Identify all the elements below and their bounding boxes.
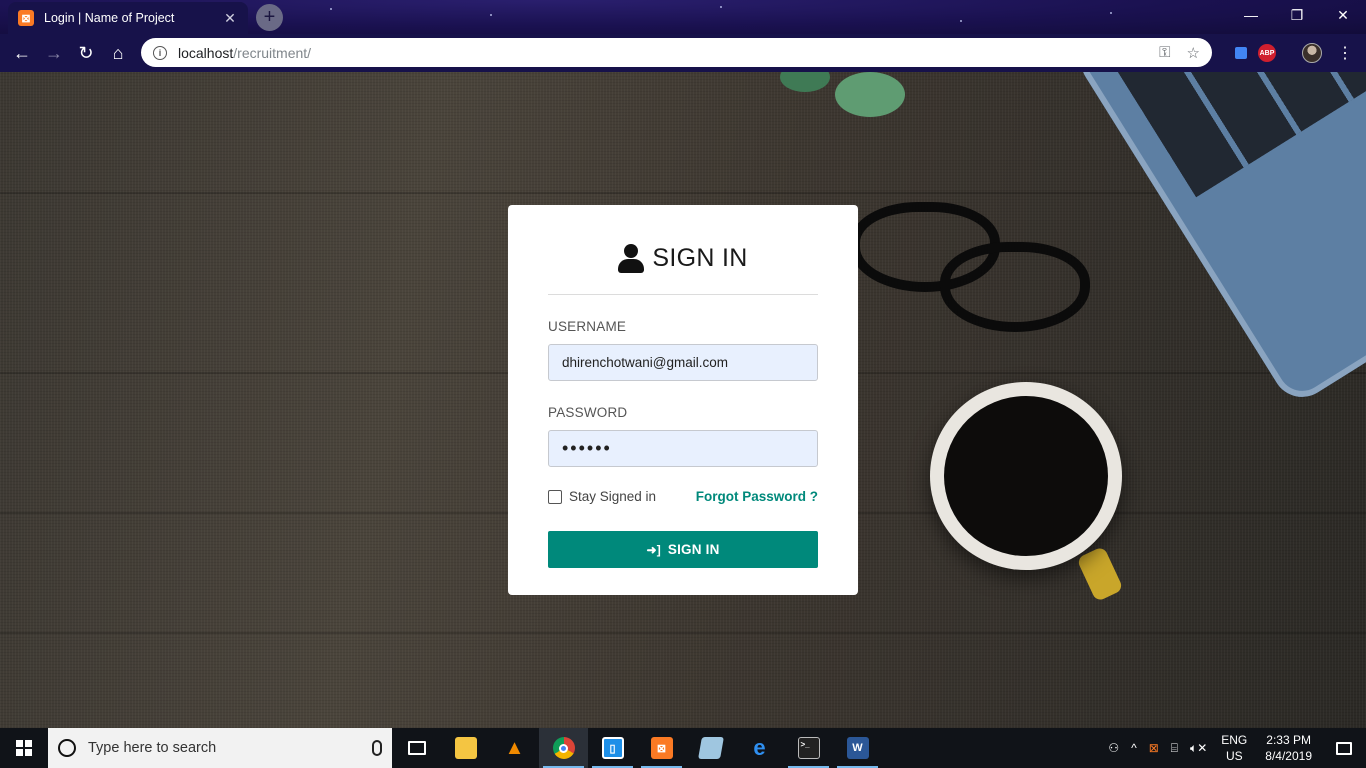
- show-hidden-icons-chevron-icon[interactable]: ^: [1125, 741, 1143, 755]
- word-icon: W: [846, 737, 869, 759]
- star-decoration: [490, 14, 492, 16]
- word-button[interactable]: W: [833, 728, 882, 768]
- stay-signed-in-checkbox[interactable]: Stay Signed in: [548, 489, 656, 504]
- region-code: US: [1225, 749, 1243, 763]
- cortana-icon: [58, 739, 76, 757]
- star-decoration: [1110, 12, 1112, 14]
- microphone-icon[interactable]: [372, 740, 382, 756]
- star-decoration: [330, 8, 332, 10]
- system-tray: ⚇ ^ ⊠ ⌸ 🔈︎✕ ENG US 2:33 PM 8/4/2019: [1102, 728, 1366, 768]
- abp-label: ABP: [1258, 44, 1276, 62]
- task-view-icon: [407, 741, 426, 755]
- task-view-button[interactable]: [392, 728, 441, 768]
- star-decoration: [960, 20, 962, 22]
- cup-handle-image: [1076, 545, 1124, 603]
- clock-date: 8/4/2019: [1265, 749, 1312, 763]
- back-button[interactable]: ←: [9, 40, 35, 66]
- minimize-button[interactable]: —: [1228, 0, 1274, 30]
- language-indicator[interactable]: ENG US: [1213, 732, 1255, 764]
- checkbox-icon[interactable]: [548, 489, 562, 504]
- password-label: PASSWORD: [548, 405, 628, 420]
- key-icon[interactable]: ⚿: [1159, 44, 1170, 62]
- edge-button[interactable]: e: [735, 728, 784, 768]
- password-field[interactable]: [548, 430, 818, 467]
- browser-toolbar: ← → ↻ ⌂ i localhost/recruitment/ ⚿ ☆ ABP…: [0, 34, 1366, 72]
- bookmark-star-icon[interactable]: ☆: [1187, 44, 1200, 62]
- browser-titlebar: ⊠ Login | Name of Project ✕ + — ❐ ✕: [0, 0, 1366, 34]
- xampp-taskbar-icon: ⊠: [650, 737, 673, 759]
- profile-avatar[interactable]: [1301, 42, 1323, 64]
- vlc-button[interactable]: ▲: [490, 728, 539, 768]
- ide-icon: ▯: [601, 737, 624, 759]
- windows-icon: [16, 740, 32, 756]
- menu-kebab-icon[interactable]: ⋮: [1334, 42, 1356, 64]
- coffee-cup-image: [930, 382, 1122, 570]
- login-title: SIGN IN: [652, 244, 748, 272]
- edge-icon: e: [753, 735, 766, 760]
- forgot-password-link[interactable]: Forgot Password ?: [696, 489, 818, 504]
- jetbrains-button[interactable]: ▯: [588, 728, 637, 768]
- new-tab-button[interactable]: +: [256, 4, 283, 31]
- login-header: SIGN IN: [548, 205, 818, 295]
- reload-button[interactable]: ↻: [73, 40, 99, 66]
- file-explorer-button[interactable]: [441, 728, 490, 768]
- home-button[interactable]: ⌂: [105, 40, 131, 66]
- chrome-icon: [552, 737, 575, 759]
- sign-in-icon: ➜]: [646, 542, 661, 557]
- url-path: /recruitment/: [233, 44, 312, 61]
- start-button[interactable]: [0, 728, 48, 768]
- notification-icon: [1336, 741, 1352, 755]
- notepad-button[interactable]: [686, 728, 735, 768]
- volume-muted-icon[interactable]: 🔈︎✕: [1184, 741, 1213, 756]
- clock[interactable]: 2:33 PM 8/4/2019: [1255, 732, 1322, 764]
- chrome-button[interactable]: [539, 728, 588, 768]
- people-icon[interactable]: ⚇: [1102, 741, 1125, 755]
- close-tab-icon[interactable]: ✕: [222, 10, 238, 27]
- search-placeholder: Type here to search: [88, 740, 217, 756]
- forward-button[interactable]: →: [41, 40, 67, 66]
- restore-button[interactable]: ❐: [1274, 0, 1320, 30]
- login-card: SIGN IN USERNAME PASSWORD Stay Signed in…: [508, 205, 858, 595]
- plant-image: [780, 72, 910, 122]
- vlc-icon: ▲: [504, 736, 525, 759]
- user-icon: [618, 243, 645, 274]
- clock-time: 2:33 PM: [1266, 733, 1311, 747]
- terminal-icon: >_: [797, 737, 820, 759]
- star-decoration: [720, 6, 722, 8]
- username-field[interactable]: [548, 344, 818, 381]
- username-label: USERNAME: [548, 319, 627, 334]
- folder-icon: [454, 737, 477, 759]
- xampp-tray-icon[interactable]: ⊠: [1143, 741, 1165, 755]
- stay-signed-in-label: Stay Signed in: [569, 489, 657, 504]
- language-code: ENG: [1221, 733, 1248, 747]
- notepad-icon: [697, 737, 724, 759]
- terminal-button[interactable]: >_: [784, 728, 833, 768]
- glasses-image: [850, 202, 1110, 332]
- laptop-image: [1070, 72, 1366, 409]
- network-icon[interactable]: ⌸: [1165, 741, 1184, 756]
- site-info-icon[interactable]: i: [153, 45, 167, 60]
- taskbar-search[interactable]: Type here to search: [48, 728, 392, 768]
- tab-login[interactable]: ⊠ Login | Name of Project ✕: [8, 2, 248, 34]
- adblock-plus-icon[interactable]: ABP: [1256, 42, 1278, 64]
- sign-in-button-label: SIGN IN: [667, 542, 720, 557]
- sign-in-button[interactable]: ➜] SIGN IN: [548, 531, 818, 568]
- windows-taskbar: Type here to search ▲ ▯ ⊠ e >_ W ⚇ ^ ⊠ ⌸…: [0, 728, 1366, 768]
- xampp-icon: ⊠: [18, 10, 34, 26]
- address-bar[interactable]: i localhost/recruitment/ ⚿ ☆: [141, 38, 1212, 67]
- extension-icon[interactable]: [1230, 42, 1252, 64]
- action-center-button[interactable]: [1322, 741, 1366, 755]
- tab-title: Login | Name of Project: [44, 11, 175, 25]
- xampp-button[interactable]: ⊠: [637, 728, 686, 768]
- close-window-button[interactable]: ✕: [1320, 0, 1366, 30]
- url-host: localhost: [178, 44, 234, 61]
